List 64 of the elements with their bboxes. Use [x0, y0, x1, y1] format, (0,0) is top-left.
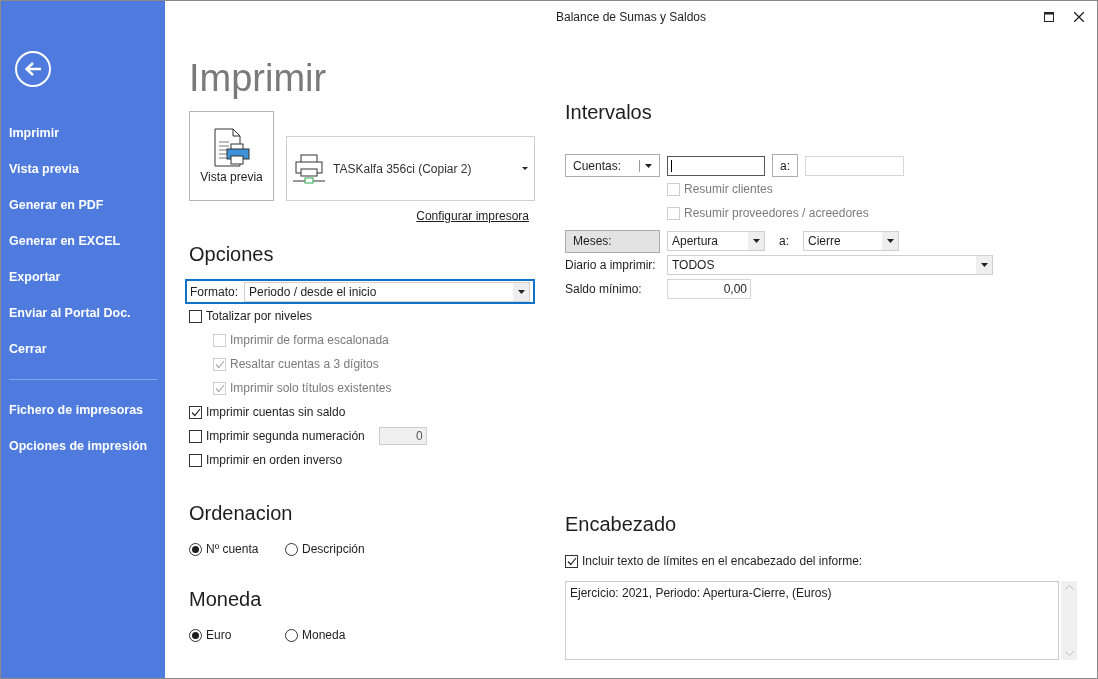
checkbox-label: Imprimir solo títulos existentes — [230, 381, 392, 395]
header-text-area[interactable]: Ejercicio: 2021, Periodo: Apertura-Cierre, (Euros) — [565, 581, 1059, 660]
accounts-dropdown[interactable]: Cuentas: — [565, 154, 660, 177]
radio-label: Euro — [206, 628, 232, 642]
sidebar-item[interactable]: Opciones de impresión — [1, 428, 165, 464]
month-to-dropdown[interactable]: Cierre — [803, 231, 899, 251]
journal-dropdown[interactable]: TODOS — [667, 255, 993, 275]
format-label: Formato: — [190, 284, 238, 299]
sidebar-item[interactable]: Imprimir — [1, 115, 165, 151]
configure-printer-link[interactable]: Configurar impresora — [416, 209, 529, 223]
to-button[interactable]: a: — [772, 154, 798, 177]
dropdown-arrow-icon — [645, 163, 652, 168]
sidebar-item[interactable]: Cerrar — [1, 331, 165, 367]
section-heading: Intervalos — [565, 100, 653, 125]
left-arrow-icon — [24, 61, 42, 77]
checkbox-label: Incluir texto de límites en el encabezado del informe: — [582, 554, 863, 568]
format-dropdown[interactable]: Periodo / desde el inicio — [244, 281, 530, 302]
section-heading: Moneda — [189, 587, 263, 612]
dropdown-arrow-icon — [886, 239, 894, 243]
section-heading: Opciones — [189, 242, 275, 267]
sidebar-item[interactable]: Vista previa — [1, 151, 165, 187]
checkbox[interactable] — [565, 554, 578, 568]
to-label: a: — [779, 234, 789, 248]
checkbox[interactable] — [189, 309, 202, 323]
sidebar-item[interactable]: Enviar al Portal Doc. — [1, 295, 165, 331]
journal-label: Diario a imprimir: — [565, 258, 657, 272]
printer-dropdown[interactable]: TASKalfa 356ci (Copiar 2) — [286, 136, 535, 201]
checkbox-label: Imprimir cuentas sin saldo — [206, 405, 346, 419]
page-title: Imprimir — [189, 56, 328, 101]
sidebar-item[interactable]: Generar en PDF — [1, 187, 165, 223]
checkbox-label: Resumir proveedores / acreedores — [684, 206, 869, 220]
checkbox-label: Imprimir segunda numeración — [206, 429, 365, 443]
dropdown-arrow-icon — [980, 263, 988, 267]
min-balance-label: Saldo mínimo: — [565, 282, 643, 296]
close-button[interactable] — [1071, 9, 1087, 25]
checkbox-label: Resumir clientes — [684, 182, 773, 196]
checkbox[interactable] — [189, 429, 202, 443]
printer-icon — [293, 153, 325, 184]
checkbox-label: Imprimir en orden inverso — [206, 453, 343, 467]
back-button[interactable] — [15, 51, 51, 87]
checkbox-label: Resaltar cuentas a 3 dígitos — [230, 357, 379, 371]
months-button[interactable]: Meses: — [565, 229, 660, 253]
dropdown-arrow-icon — [517, 289, 525, 294]
month-from-dropdown[interactable]: Apertura — [667, 231, 765, 251]
checkbox-label: Imprimir de forma escalonada — [230, 333, 389, 347]
section-heading: Ordenacion — [189, 501, 294, 526]
checkbox[interactable] — [189, 453, 202, 467]
sidebar-item[interactable]: Exportar — [1, 259, 165, 295]
min-balance-field[interactable]: 0,00 — [667, 279, 751, 299]
document-printer-icon — [212, 128, 251, 168]
account-from-field[interactable] — [667, 155, 765, 176]
window-title: Balance de Sumas y Saldos — [555, 10, 707, 24]
sidebar-item[interactable]: Generar en EXCEL — [1, 223, 165, 259]
preview-button[interactable]: Vista previa — [189, 111, 274, 201]
sidebar-item[interactable]: Fichero de impresoras — [1, 392, 165, 428]
dropdown-arrow-icon — [752, 239, 760, 243]
checkbox-label: Totalizar por niveles — [206, 309, 313, 323]
radio-label: Nº cuenta — [206, 542, 259, 556]
section-heading: Encabezado — [565, 512, 678, 537]
radio-label: Moneda — [302, 628, 346, 642]
account-to-field[interactable] — [805, 155, 904, 176]
maximize-button[interactable] — [1041, 9, 1057, 25]
checkbox[interactable] — [189, 405, 202, 419]
radio-label: Descripción — [302, 542, 365, 556]
